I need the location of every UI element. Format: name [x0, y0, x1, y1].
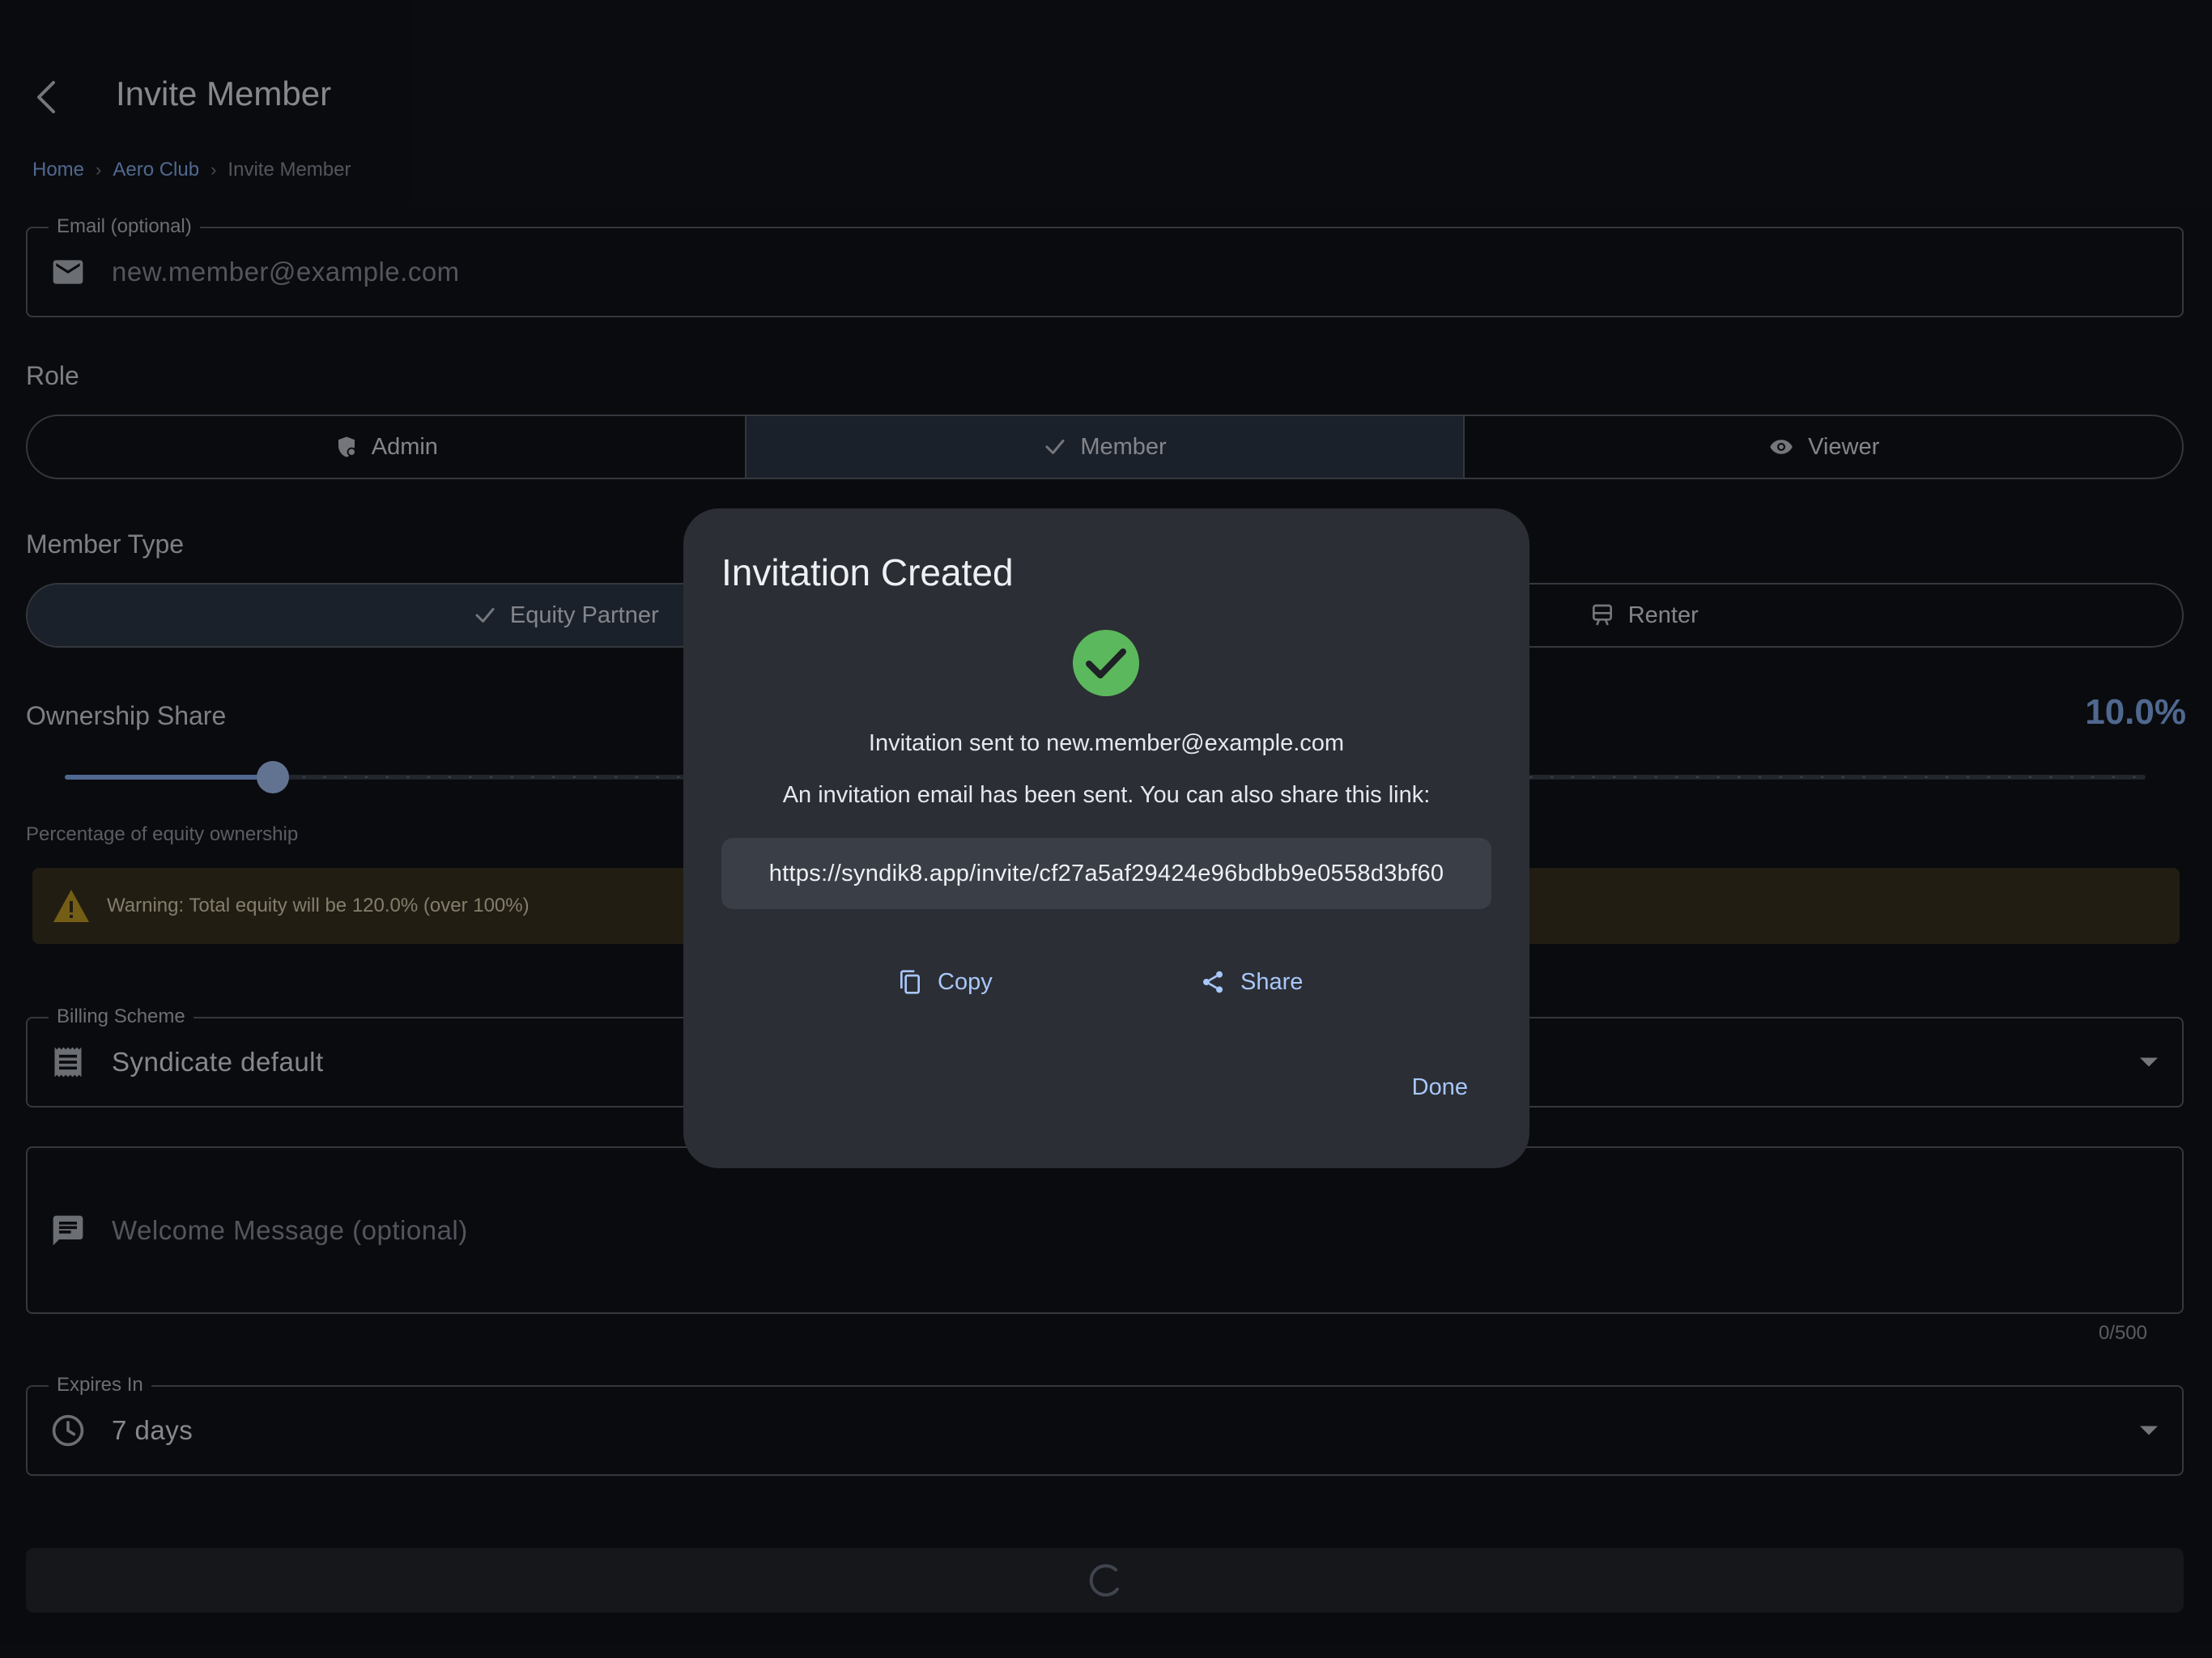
done-button[interactable]: Done — [1412, 1074, 1468, 1101]
success-check-icon — [1073, 630, 1139, 696]
copy-icon — [900, 970, 920, 994]
invitation-created-dialog: Invitation Created Invitation sent to ne… — [683, 508, 1529, 1168]
copy-label: Copy — [938, 968, 993, 995]
share-link-button[interactable]: Share — [1200, 958, 1303, 1006]
invitation-info-text: An invitation email has been sent. You c… — [782, 782, 1431, 808]
copy-link-button[interactable]: Copy — [897, 958, 993, 1006]
share-icon — [1203, 971, 1223, 993]
invitation-sent-text: Invitation sent to new.member@example.co… — [868, 730, 1345, 756]
dialog-title: Invitation Created — [721, 551, 1014, 593]
share-label: Share — [1240, 968, 1304, 995]
invite-link-field[interactable]: https://syndik8.app/invite/cf27a5af29424… — [721, 838, 1491, 909]
